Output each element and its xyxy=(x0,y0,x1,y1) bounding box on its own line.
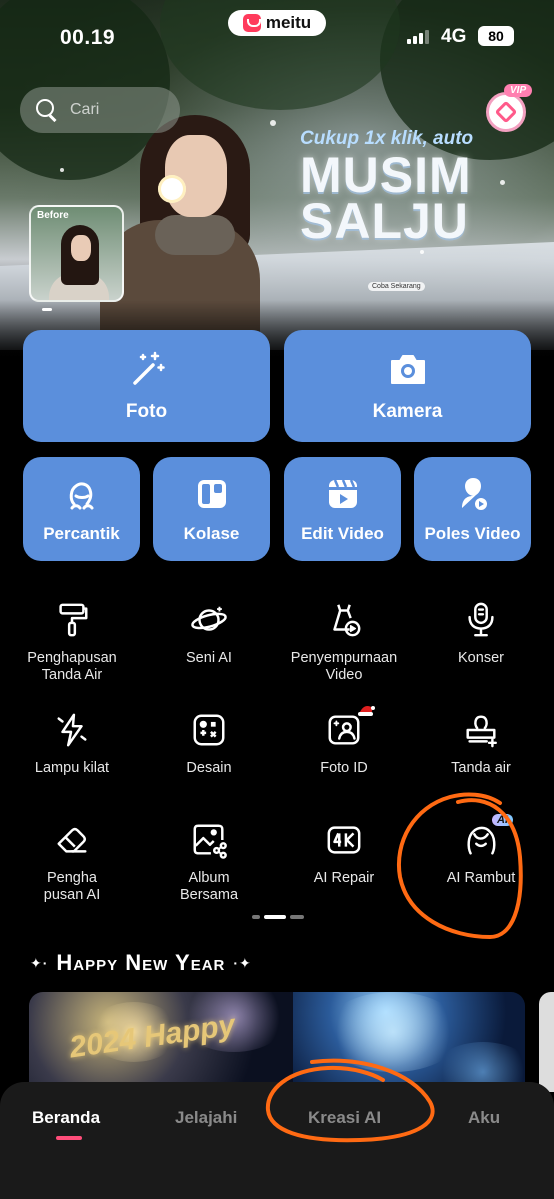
snowflake xyxy=(60,168,64,172)
percantik-button[interactable]: Percantik xyxy=(23,457,140,561)
kamera-label: Kamera xyxy=(372,401,443,422)
banner-title: MUSIM SALJU xyxy=(300,147,472,249)
tool-label: Album Bersama xyxy=(179,870,239,903)
network-label: 4G xyxy=(441,26,467,47)
tool-konser[interactable]: Konser xyxy=(412,600,550,667)
santa-hat-icon xyxy=(357,702,375,716)
tool-label: Konser xyxy=(458,650,504,666)
dress-play-icon xyxy=(324,600,364,640)
portrait-play-icon xyxy=(453,474,493,514)
tool-penghapusan-tanda-air[interactable]: Penghapusan Tanda Air xyxy=(3,600,141,684)
magic-wand-icon xyxy=(127,349,167,389)
new-year-card[interactable] xyxy=(539,992,554,1092)
foto-label: Foto xyxy=(125,401,168,422)
sparkle-icon: ·✦ xyxy=(233,954,252,971)
camera-icon xyxy=(388,349,428,389)
tool-foto-id[interactable]: Foto ID xyxy=(275,706,413,777)
banner-pagination xyxy=(42,308,52,311)
face-hair-icon xyxy=(62,474,102,514)
vip-tag: VIP xyxy=(504,84,533,97)
search-icon xyxy=(36,99,58,121)
before-thumbnail[interactable]: Before xyxy=(29,205,124,302)
meitu-badge-label: meitu xyxy=(265,13,312,32)
new-year-card[interactable]: 2024 Happy xyxy=(29,992,293,1092)
battery-icon: 80 xyxy=(478,26,514,46)
nav-kreasi-ai[interactable]: Kreasi AI xyxy=(308,1108,381,1128)
flash-icon xyxy=(52,710,92,750)
tool-tanda-air[interactable]: Tanda air xyxy=(412,710,550,777)
tool-label: Desain xyxy=(186,760,232,776)
snowflake xyxy=(270,120,276,126)
tool-ai-rambut[interactable]: AI AI Rambut xyxy=(412,814,550,887)
signal-icon xyxy=(407,28,429,44)
poles-video-button[interactable]: Poles Video xyxy=(414,457,531,561)
section-title: ✦· Happy New Year ·✦ xyxy=(30,950,252,976)
new-year-card[interactable] xyxy=(293,992,525,1092)
tool-label: Pengha pusan AI xyxy=(43,870,101,903)
foto-button[interactable]: Foto xyxy=(23,330,270,442)
nav-aku[interactable]: Aku xyxy=(468,1108,500,1128)
search-placeholder: Cari xyxy=(70,101,100,118)
tool-label: Seni AI xyxy=(186,650,232,666)
edit-video-button[interactable]: Edit Video xyxy=(284,457,401,561)
stamp-icon xyxy=(461,710,501,750)
ai-badge: AI xyxy=(492,814,513,826)
banner-cta[interactable]: Coba Sekarang xyxy=(368,282,425,291)
tool-label: Lampu kilat xyxy=(34,760,110,776)
kolase-button[interactable]: Kolase xyxy=(153,457,270,561)
design-grid-icon xyxy=(189,710,229,750)
4k-icon xyxy=(324,820,364,860)
percantik-label: Percantik xyxy=(43,524,120,543)
poles-video-label: Poles Video xyxy=(424,524,521,543)
tool-label: Penghapusan Tanda Air xyxy=(27,650,117,683)
tool-label: Foto ID xyxy=(320,760,368,776)
search-input[interactable]: Cari xyxy=(20,87,180,133)
meitu-badge: meitu xyxy=(228,10,326,36)
tool-seni-ai[interactable]: Seni AI xyxy=(140,600,278,667)
nav-jelajahi[interactable]: Jelajahi xyxy=(175,1108,237,1128)
section-title-text: Happy New Year xyxy=(56,950,226,975)
planet-icon xyxy=(189,600,229,640)
tool-penghapusan-ai[interactable]: Pengha pusan AI xyxy=(3,820,141,904)
status-time: 00.19 xyxy=(60,26,116,49)
tool-penyempurnaan-video[interactable]: Penyempurnaan Video xyxy=(275,600,413,684)
microphone-icon xyxy=(461,600,501,640)
bottom-nav: Beranda Jelajahi Kreasi AI Aku xyxy=(0,1082,554,1199)
nav-active-indicator xyxy=(56,1136,82,1140)
hair-icon xyxy=(461,820,501,860)
edit-video-label: Edit Video xyxy=(301,524,384,543)
vip-button[interactable]: VIP xyxy=(482,84,533,132)
nav-beranda[interactable]: Beranda xyxy=(32,1108,100,1128)
tool-ai-repair[interactable]: AI Repair xyxy=(275,820,413,887)
video-edit-icon xyxy=(323,474,363,514)
tool-desain[interactable]: Desain xyxy=(140,710,278,777)
before-label: Before xyxy=(37,210,69,221)
tool-album-bersama[interactable]: Album Bersama xyxy=(140,820,278,904)
tool-label: AI Repair xyxy=(313,870,375,886)
sparkle-icon: ✦· xyxy=(30,954,49,971)
eraser-icon xyxy=(52,820,92,860)
tool-lampu-kilat[interactable]: Lampu kilat xyxy=(3,710,141,777)
meitu-logo-icon xyxy=(242,14,261,32)
snowflake xyxy=(420,250,424,254)
tool-label: Tanda air xyxy=(451,760,511,776)
kamera-button[interactable]: Kamera xyxy=(284,330,531,442)
paint-roller-icon xyxy=(52,600,92,640)
tool-label: AI Rambut xyxy=(446,870,516,886)
collage-icon xyxy=(192,474,232,514)
tools-page-indicator xyxy=(252,915,304,919)
battery-level: 80 xyxy=(488,28,504,44)
shared-album-icon xyxy=(189,820,229,860)
tool-label: Penyempurnaan Video xyxy=(290,650,398,683)
snowflake xyxy=(500,180,505,185)
kolase-label: Kolase xyxy=(183,524,240,543)
